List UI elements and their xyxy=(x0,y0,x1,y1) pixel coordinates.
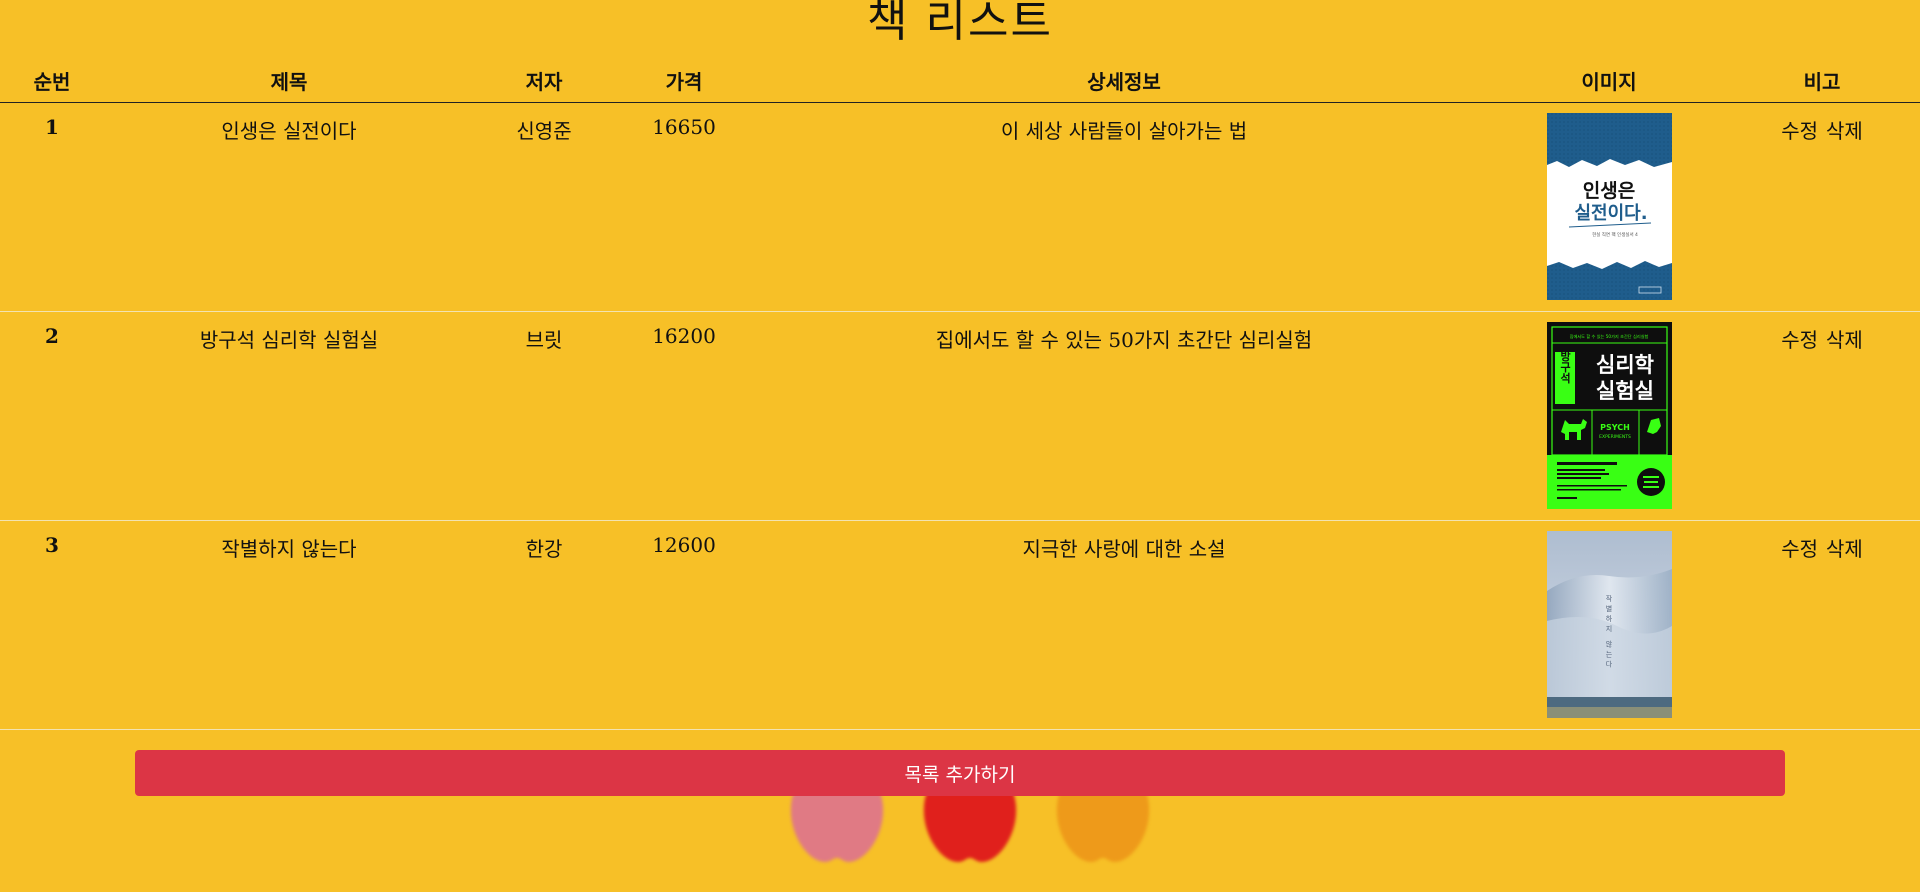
header-num: 순번 xyxy=(0,58,104,103)
cell-actions: 수정 삭제 xyxy=(1724,311,1920,521)
cover-psych-line1: PSYCH xyxy=(1600,423,1630,432)
page-title: 책 리스트 xyxy=(867,0,1053,47)
edit-link[interactable]: 수정 xyxy=(1781,537,1818,561)
book-cover-image: 인생은 실전이다. 현실 직면 팩 인생실서 4 xyxy=(1546,113,1672,300)
delete-link[interactable]: 삭제 xyxy=(1826,537,1863,561)
table-row: 2 방구석 심리학 실험실 브릿 16200 집에서도 할 수 있는 50가지 … xyxy=(0,311,1920,521)
cell-price: 16650 xyxy=(614,102,754,312)
cell-image: 인생은 실전이다. 현실 직면 팩 인생실서 4 xyxy=(1494,102,1724,312)
cell-num: 1 xyxy=(0,102,104,312)
cover-side-text: 방구석 xyxy=(1558,349,1571,384)
cell-author: 브릿 xyxy=(474,311,614,521)
cell-author: 한강 xyxy=(474,520,614,730)
add-list-button[interactable]: 목록 추가하기 xyxy=(135,750,1785,796)
delete-link[interactable]: 삭제 xyxy=(1826,119,1863,143)
cover-text-top: 인생은 xyxy=(1582,180,1634,202)
edit-link[interactable]: 수정 xyxy=(1781,328,1818,352)
cell-title: 방구석 심리학 실험실 xyxy=(104,311,474,521)
book-cover-image: 작별하지 않는다 xyxy=(1546,531,1672,718)
book-table: 순번 제목 저자 가격 상세정보 이미지 비고 1 인생은 실전이다 신영준 1… xyxy=(0,58,1920,730)
cell-title: 작별하지 않는다 xyxy=(104,520,474,730)
cover-text-sub: 현실 직면 팩 인생실서 4 xyxy=(1592,231,1638,238)
header-image: 이미지 xyxy=(1494,58,1724,103)
cell-detail: 집에서도 할 수 있는 50가지 초간단 심리실험 xyxy=(754,311,1494,521)
table-row: 1 인생은 실전이다 신영준 16650 이 세상 사람들이 살아가는 법 인생… xyxy=(0,102,1920,312)
cell-actions: 수정 삭제 xyxy=(1724,102,1920,312)
cell-title: 인생은 실전이다 xyxy=(104,102,474,312)
header-title: 제목 xyxy=(104,58,474,103)
cover-text-mid: 실전이다. xyxy=(1574,203,1647,224)
header-detail: 상세정보 xyxy=(754,58,1494,103)
cell-price: 12600 xyxy=(614,520,754,730)
cell-price: 16200 xyxy=(614,311,754,521)
cell-image: 작별하지 않는다 xyxy=(1494,520,1724,730)
cover-psych-line2: EXPERIMENTS xyxy=(1599,434,1631,440)
table-header-row: 순번 제목 저자 가격 상세정보 이미지 비고 xyxy=(0,58,1920,103)
cell-detail: 지극한 사랑에 대한 소설 xyxy=(754,520,1494,730)
header-author: 저자 xyxy=(474,58,614,103)
page: 책 리스트 순번 제목 저자 가격 상세정보 이미지 비고 1 인생은 실전이다… xyxy=(0,0,1920,892)
cell-actions: 수정 삭제 xyxy=(1724,520,1920,730)
delete-link[interactable]: 삭제 xyxy=(1826,328,1863,352)
cell-detail: 이 세상 사람들이 살아가는 법 xyxy=(754,102,1494,312)
edit-link[interactable]: 수정 xyxy=(1781,119,1818,143)
table-row: 3 작별하지 않는다 한강 12600 지극한 사랑에 대한 소설 작별하지 않… xyxy=(0,520,1920,730)
cell-author: 신영준 xyxy=(474,102,614,312)
header-note: 비고 xyxy=(1724,58,1920,103)
cover-main-line1: 심리학 xyxy=(1596,353,1654,377)
cover-main-line2: 실험실 xyxy=(1596,379,1654,403)
book-cover-image: 집에서도 할 수 있는 50가지 초간단 심리실험 방구석 심리학 실험실 PS… xyxy=(1546,322,1672,509)
cell-num: 2 xyxy=(0,311,104,521)
cell-image: 집에서도 할 수 있는 50가지 초간단 심리실험 방구석 심리학 실험실 PS… xyxy=(1494,311,1724,521)
header-price: 가격 xyxy=(614,58,754,103)
cell-num: 3 xyxy=(0,520,104,730)
cover-vertical-text: 작별하지 않는다 xyxy=(1605,594,1613,670)
cover-text-top: 집에서도 할 수 있는 50가지 초간단 심리실험 xyxy=(1569,333,1648,340)
